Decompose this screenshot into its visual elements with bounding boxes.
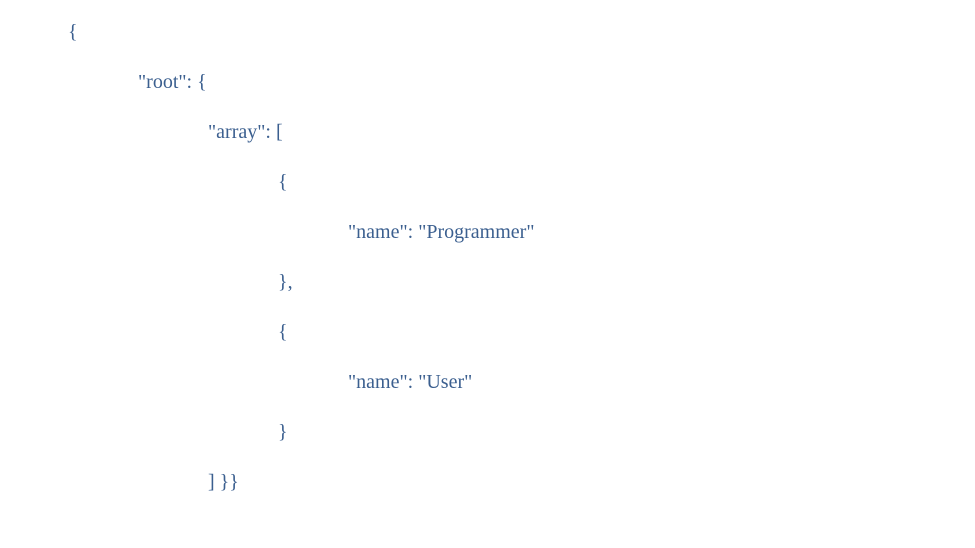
code-line: ] }} (68, 468, 975, 496)
code-line: } (68, 418, 975, 446)
code-line: { (68, 18, 975, 46)
code-line: { (68, 168, 975, 196)
code-line: "name": "Programmer" (68, 218, 975, 246)
code-line: "root": { (68, 68, 975, 96)
code-line: }, (68, 268, 975, 296)
code-line: "array": [ (68, 118, 975, 146)
code-line: "name": "User" (68, 368, 975, 396)
code-line: { (68, 318, 975, 346)
